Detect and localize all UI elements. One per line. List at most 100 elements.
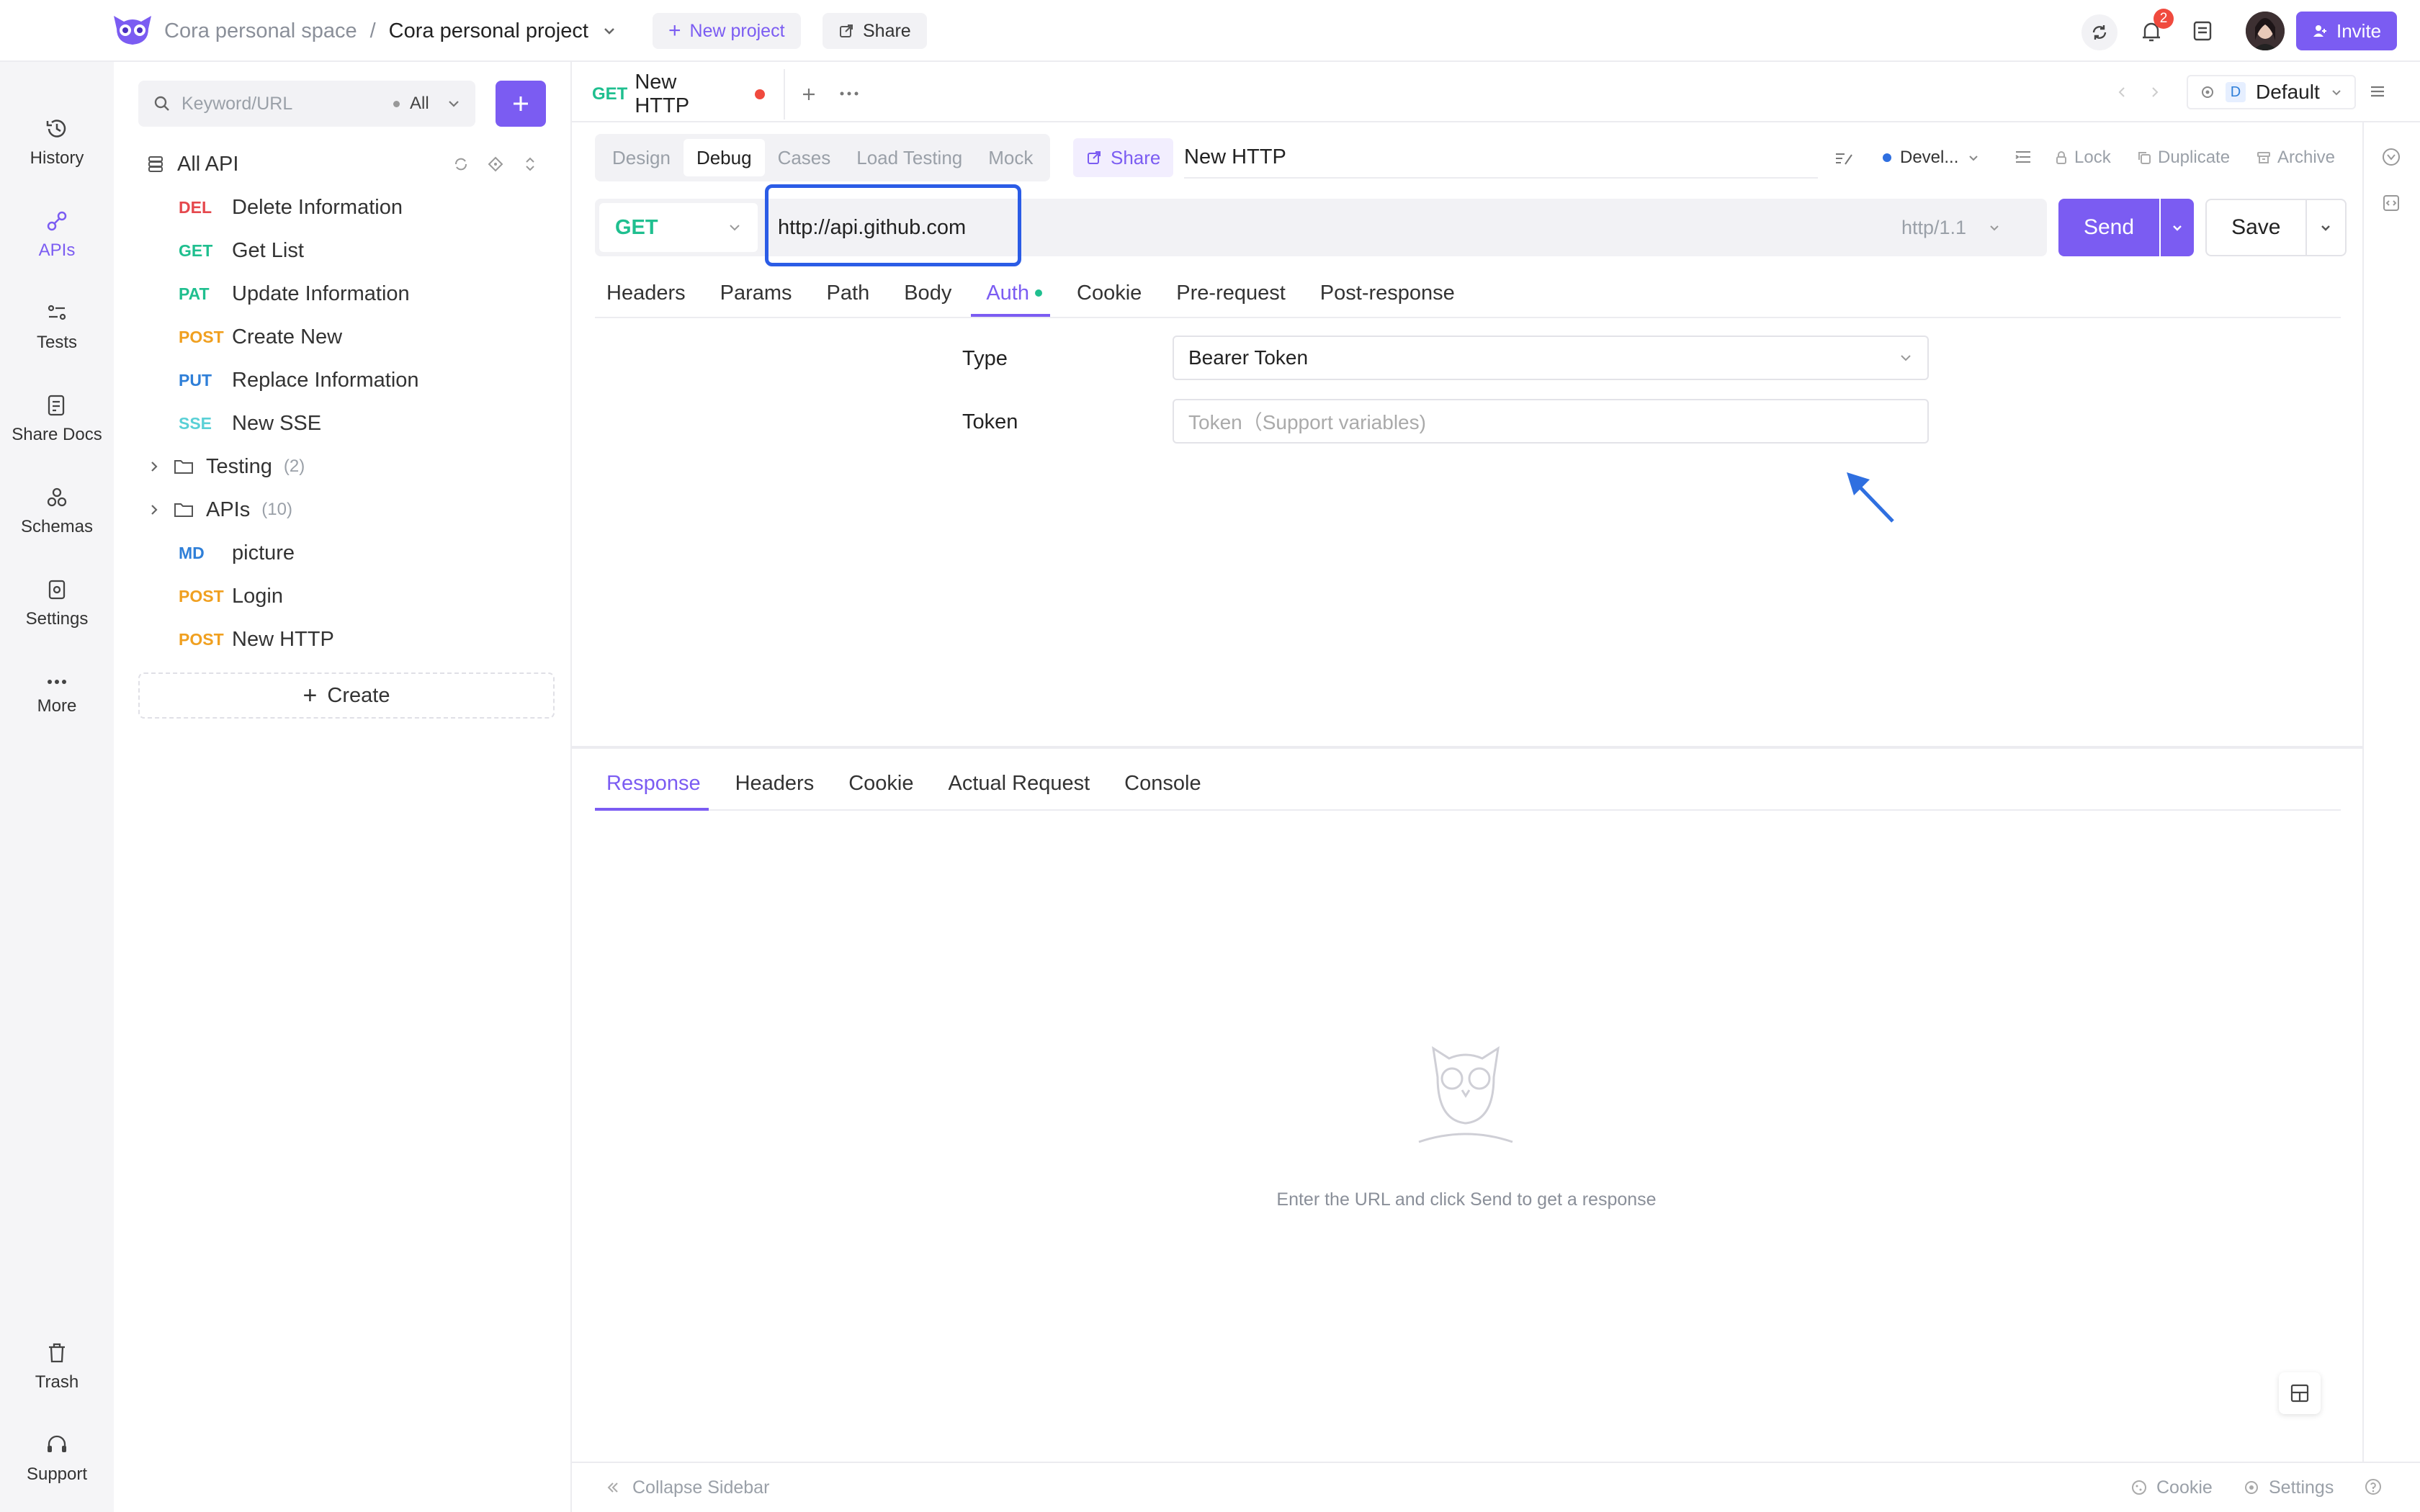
duplicate-button[interactable]: Duplicate [2136, 143, 2230, 173]
tab-auth[interactable]: Auth [986, 282, 1042, 305]
token-input[interactable]: Token（Support variables) [1173, 399, 1929, 444]
tab-debug[interactable]: Debug [683, 139, 765, 176]
lock-button[interactable]: Lock [2054, 143, 2111, 173]
expand-collapse-icon[interactable] [521, 156, 539, 173]
method-label: POST [179, 586, 224, 606]
ai-icon[interactable] [2381, 147, 2401, 167]
list-item[interactable]: PAT Update Information [179, 272, 611, 315]
list-item[interactable]: MD picture [179, 531, 611, 575]
list-item[interactable]: POST Create New [179, 315, 611, 359]
search-input[interactable]: Keyword/URL [182, 94, 383, 114]
tab-path[interactable]: Path [827, 282, 870, 305]
environment-select[interactable]: D Default [2187, 75, 2356, 109]
arrow-right-icon[interactable] [2148, 85, 2162, 99]
breadcrumb-space[interactable]: Cora personal space [164, 19, 357, 43]
layout-icon [2289, 1382, 2311, 1404]
trash-icon [45, 1341, 69, 1365]
rail-item-apis[interactable]: APIs [0, 199, 114, 271]
breadcrumb-project[interactable]: Cora personal project [389, 19, 588, 43]
save-options-button[interactable] [2305, 200, 2345, 255]
list-item[interactable]: DEL Delete Information [179, 186, 611, 229]
tab-cases[interactable]: Cases [765, 147, 844, 169]
protocol-select[interactable]: http/1.1 [1901, 203, 2001, 252]
pane-splitter[interactable] [572, 746, 2362, 749]
new-project-button[interactable]: + New project [653, 13, 801, 49]
status-select[interactable]: Devel... [1883, 141, 1980, 174]
share-icon [838, 23, 854, 39]
rail-item-settings[interactable]: Settings [0, 567, 114, 639]
api-name-input[interactable]: New HTTP [1184, 137, 1818, 179]
tab-resp-cookie[interactable]: Cookie [848, 772, 913, 796]
auth-type-value: Bearer Token [1188, 346, 1309, 369]
list-item[interactable]: PUT Replace Information [179, 359, 611, 402]
share-project-button[interactable]: Share [823, 13, 927, 49]
folder-label: APIs [206, 498, 251, 521]
footer-cookie-button[interactable]: Cookie [2130, 1472, 2213, 1503]
search-bar[interactable]: Keyword/URL All [138, 81, 475, 127]
rail-item-trash[interactable]: Trash [0, 1331, 114, 1403]
add-tab-icon[interactable] [799, 85, 818, 104]
refresh-icon[interactable] [452, 156, 470, 173]
sync-icon[interactable] [2081, 14, 2118, 50]
send-options-button[interactable] [2161, 199, 2194, 256]
tab-load-testing[interactable]: Load Testing [843, 147, 975, 169]
chevron-down-icon[interactable] [447, 96, 461, 111]
create-button[interactable]: + Create [138, 672, 555, 719]
rail-item-share-docs[interactable]: Share Docs [0, 383, 114, 455]
chevron-right-icon[interactable] [147, 459, 161, 474]
code-icon[interactable] [2381, 193, 2401, 213]
tab-mock[interactable]: Mock [975, 147, 1046, 169]
tab-params[interactable]: Params [720, 282, 792, 305]
rail-item-history[interactable]: History [0, 107, 114, 179]
send-button[interactable]: Send [2058, 199, 2159, 256]
list-item[interactable]: SSE New SSE [179, 402, 611, 445]
tab-actual-request[interactable]: Actual Request [949, 772, 1090, 796]
footer-settings-button[interactable]: Settings [2243, 1472, 2334, 1503]
method-select[interactable]: GET [599, 203, 758, 252]
tab-body[interactable]: Body [904, 282, 951, 305]
arrow-left-icon[interactable] [2115, 85, 2129, 99]
add-api-button[interactable] [496, 81, 546, 127]
tab-post-response[interactable]: Post-response [1320, 282, 1455, 305]
chevron-down-icon[interactable] [601, 23, 617, 39]
share-api-button[interactable]: Share [1073, 138, 1174, 177]
filter-select[interactable]: All [410, 94, 429, 114]
tab-headers[interactable]: Headers [606, 282, 686, 305]
tab-resp-headers[interactable]: Headers [735, 772, 815, 796]
tab-console[interactable]: Console [1124, 772, 1201, 796]
rail-item-support[interactable]: Support [0, 1423, 114, 1495]
auth-token-label: Token [962, 410, 1018, 433]
rail-item-schemas[interactable]: Schemas [0, 475, 114, 547]
folder-row-apis[interactable]: APIs (10) [147, 488, 579, 531]
save-button[interactable]: Save [2207, 215, 2305, 240]
locate-icon[interactable] [487, 156, 504, 173]
tab-design[interactable]: Design [599, 147, 684, 169]
document-icon[interactable] [2192, 20, 2213, 42]
tab-cookie[interactable]: Cookie [1077, 282, 1142, 305]
tab-pre-request[interactable]: Pre-request [1176, 282, 1286, 305]
tab-response[interactable]: Response [606, 772, 701, 796]
tab-new-http[interactable]: GET New HTTP [573, 69, 785, 120]
copy-icon [2136, 150, 2152, 166]
invite-label: Invite [2336, 19, 2382, 42]
archive-button[interactable]: Archive [2256, 143, 2335, 173]
list-item[interactable]: GET Get List [179, 229, 611, 272]
all-api-row[interactable]: All API [147, 143, 579, 186]
collapse-sidebar-button[interactable]: Collapse Sidebar [605, 1472, 769, 1503]
folder-row-testing[interactable]: Testing (2) [147, 445, 579, 488]
rail-item-tests[interactable]: Tests [0, 291, 114, 363]
help-icon[interactable] [2364, 1477, 2383, 1496]
menu-icon[interactable] [2368, 82, 2387, 101]
align-icon[interactable] [2014, 148, 2033, 166]
invite-button[interactable]: Invite [2296, 12, 2398, 50]
list-item[interactable]: POST Login [179, 575, 611, 618]
chevron-right-icon[interactable] [147, 503, 161, 517]
avatar[interactable] [2246, 12, 2285, 50]
layout-toggle-button[interactable] [2279, 1372, 2321, 1414]
list-item[interactable]: POST New HTTP [179, 618, 611, 661]
edit-format-icon[interactable] [1834, 148, 1854, 167]
archive-label: Archive [2277, 148, 2336, 167]
rail-item-more[interactable]: More [0, 660, 114, 732]
auth-type-select[interactable]: Bearer Token [1173, 336, 1929, 380]
more-dots-icon[interactable] [838, 89, 860, 98]
